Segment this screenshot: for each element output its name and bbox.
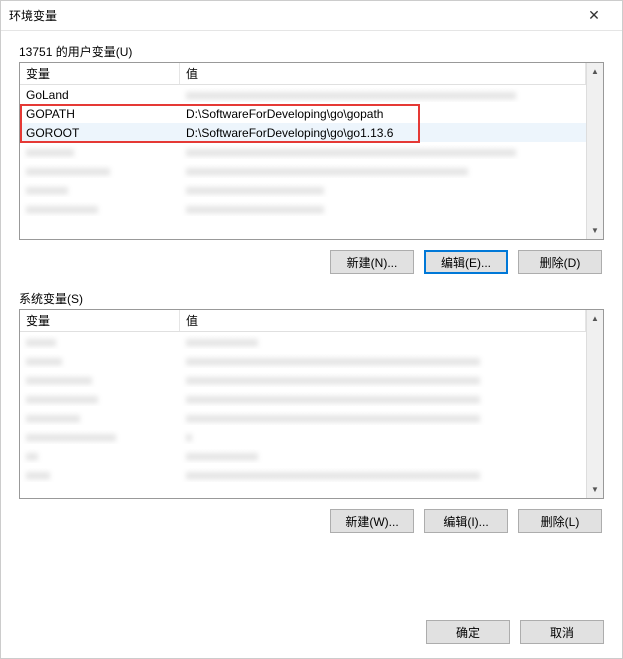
col-value[interactable]: 值 (180, 310, 586, 331)
system-vars-group: 系统变量(S) 变量 值 xxxxxxxxxxxxxxxxx xxxxxxxxx… (19, 290, 604, 539)
cell-variable: xxxxxxxxxxxx (20, 202, 180, 216)
cell-value: xxxxxxxxxxxxxxxxxxxxxxxxxxxxxxxxxxxxxxxx… (180, 88, 586, 102)
delete-button[interactable]: 删除(D) (518, 250, 602, 274)
cancel-button[interactable]: 取消 (520, 620, 604, 644)
table-row[interactable]: xxxxxxxxxxxxxxxxxxxxxxxxxxxxxxxxxxxxxxxx… (20, 370, 586, 389)
new-button[interactable]: 新建(N)... (330, 250, 414, 274)
scrollbar[interactable]: ▲ ▼ (586, 310, 603, 498)
col-variable[interactable]: 变量 (20, 310, 180, 331)
scroll-down-icon[interactable]: ▼ (587, 481, 603, 498)
system-vars-table[interactable]: 变量 值 xxxxxxxxxxxxxxxxx xxxxxxxxxxxxxxxxx… (19, 309, 604, 499)
ok-button[interactable]: 确定 (426, 620, 510, 644)
new-button[interactable]: 新建(W)... (330, 509, 414, 533)
table-row[interactable]: xxxxxxxxxxxxxx (20, 446, 586, 465)
col-value[interactable]: 值 (180, 63, 586, 84)
table-row[interactable]: xxxxxxxxxxxxxxxxxxxxxxxxxxxxxxxxxxxxxxxx… (20, 351, 586, 370)
system-vars-label: 系统变量(S) (19, 290, 604, 307)
titlebar: 环境变量 ✕ (1, 1, 622, 31)
cell-variable: xxxxxxxxxxxxxx (20, 164, 180, 178)
table-header: 变量 值 (20, 63, 586, 85)
cell-value: D:\SoftwareForDeveloping\go\go1.13.6 (180, 126, 586, 140)
scrollbar[interactable]: ▲ ▼ (586, 63, 603, 239)
edit-button[interactable]: 编辑(E)... (424, 250, 508, 274)
cell-value: D:\SoftwareForDeveloping\go\gopath (180, 107, 586, 121)
scroll-down-icon[interactable]: ▼ (587, 222, 603, 239)
table-row[interactable]: xxxxxxxxxxxxxxxxxxxxxxxxxxxxxxxxxxxxxxxx… (20, 465, 586, 484)
cell-value: xxxxxxxxxxxxxxxxxxxxxxxxxxxxxxxxxxxxxxxx… (180, 145, 586, 159)
user-vars-label: 13751 的用户变量(U) (19, 43, 604, 60)
table-row[interactable]: xxxxxxxxxxxxxx xxxxxxxxxxxxxxxxxxxxxxxxx… (20, 161, 586, 180)
system-vars-buttons: 新建(W)... 编辑(I)... 删除(L) (19, 499, 604, 539)
cell-value: xxxxxxxxxxxxxxxxxxxxxxxxxxxxxxxxxxxxxxxx… (180, 164, 586, 178)
cell-variable: xxxxxxxx (20, 145, 180, 159)
cell-value: xxxxxxxxxxxxxxxxxxxxxxx (180, 183, 586, 197)
dialog-buttons: 确定 取消 (1, 610, 622, 658)
table-row[interactable]: GOROOT D:\SoftwareForDeveloping\go\go1.1… (20, 123, 586, 142)
scroll-up-icon[interactable]: ▲ (587, 63, 603, 80)
table-row[interactable]: xxxxxxxxxxxx xxxxxxxxxxxxxxxxxxxxxxx (20, 199, 586, 218)
cell-value: xxxxxxxxxxxxxxxxxxxxxxx (180, 202, 586, 216)
content-area: 13751 的用户变量(U) 变量 值 GoLand xxxxxxxxxxxxx… (1, 31, 622, 610)
table-row[interactable]: xxxxxxxxxxxxxxxxxxxxxxxxxxxxxxxxxxxxxxxx… (20, 408, 586, 427)
user-vars-buttons: 新建(N)... 编辑(E)... 删除(D) (19, 240, 604, 280)
table-header: 变量 值 (20, 310, 586, 332)
scroll-up-icon[interactable]: ▲ (587, 310, 603, 327)
window-title: 环境变量 (9, 7, 574, 24)
system-vars-body: xxxxxxxxxxxxxxxxx xxxxxxxxxxxxxxxxxxxxxx… (20, 332, 586, 484)
table-row[interactable]: xxxxxxxxxxxxxxxxxxxxxxxxxxxxxxxxxxxxxxxx… (20, 389, 586, 408)
table-row[interactable]: xxxxxxxxxxxxxxxxx (20, 332, 586, 351)
user-vars-group: 13751 的用户变量(U) 变量 值 GoLand xxxxxxxxxxxxx… (19, 43, 604, 280)
table-row[interactable]: xxxxxxxx xxxxxxxxxxxxxxxxxxxxxxxxxxxxxxx… (20, 142, 586, 161)
env-vars-dialog: 环境变量 ✕ 13751 的用户变量(U) 变量 值 GoLand xxxxxx… (0, 0, 623, 659)
edit-button[interactable]: 编辑(I)... (424, 509, 508, 533)
col-variable[interactable]: 变量 (20, 63, 180, 84)
user-vars-table[interactable]: 变量 值 GoLand xxxxxxxxxxxxxxxxxxxxxxxxxxxx… (19, 62, 604, 240)
cell-variable: GOPATH (20, 107, 180, 121)
table-row[interactable]: GOPATH D:\SoftwareForDeveloping\go\gopat… (20, 104, 586, 123)
table-row[interactable]: GoLand xxxxxxxxxxxxxxxxxxxxxxxxxxxxxxxxx… (20, 85, 586, 104)
table-row[interactable]: xxxxxxxxxxxxxxxx (20, 427, 586, 446)
close-icon[interactable]: ✕ (574, 2, 614, 30)
user-vars-body: GoLand xxxxxxxxxxxxxxxxxxxxxxxxxxxxxxxxx… (20, 85, 586, 218)
table-row[interactable]: xxxxxxx xxxxxxxxxxxxxxxxxxxxxxx (20, 180, 586, 199)
cell-variable: GOROOT (20, 126, 180, 140)
delete-button[interactable]: 删除(L) (518, 509, 602, 533)
cell-variable: GoLand (20, 88, 180, 102)
cell-variable: xxxxxxx (20, 183, 180, 197)
